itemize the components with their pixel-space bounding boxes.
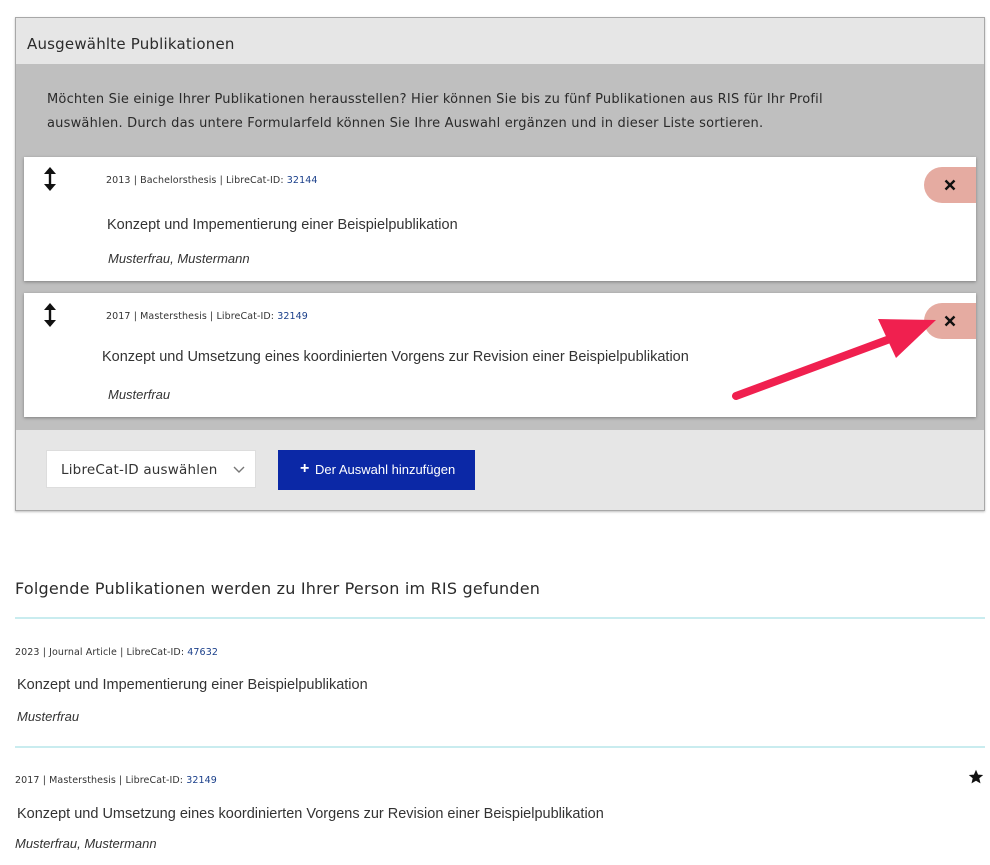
close-icon (944, 179, 956, 191)
selected-publication-card[interactable]: 2013 | Bachelorsthesis | LibreCat-ID: 32… (24, 157, 976, 281)
publication-title: Konzept und Impementierung einer Beispie… (107, 217, 458, 233)
annotation-arrow-icon (732, 319, 936, 400)
publication-authors: Musterfrau, Mustermann (15, 836, 157, 851)
drag-updown-icon[interactable] (42, 167, 58, 191)
publication-title: Konzept und Umsetzung eines koordinierte… (17, 806, 604, 822)
publication-title: Konzept und Umsetzung eines koordinierte… (102, 349, 689, 365)
star-icon[interactable] (968, 769, 984, 785)
select-label: LibreCat-ID auswählen (61, 462, 218, 478)
librecat-id-select[interactable]: LibreCat-ID auswählen (46, 450, 256, 488)
librecat-id-link[interactable]: 32149 (277, 311, 308, 322)
remove-button-1[interactable] (924, 167, 976, 203)
publication-authors: Musterfrau, Mustermann (108, 251, 250, 266)
librecat-id-link[interactable]: 32149 (186, 775, 217, 786)
publication-meta-text: 2023 | Journal Article | LibreCat-ID: (15, 647, 188, 658)
selected-publications-panel: Ausgewählte Publikationen Möchten Sie ei… (15, 17, 985, 511)
librecat-id-link[interactable]: 32144 (287, 175, 318, 186)
publication-title: Konzept und Impementierung einer Beispie… (17, 677, 368, 693)
publication-meta-text: 2017 | Mastersthesis | LibreCat-ID: (15, 775, 187, 786)
publication-meta-text: 2017 | Mastersthesis | LibreCat-ID: (106, 311, 278, 322)
plus-icon: + (300, 460, 310, 477)
drag-updown-icon[interactable] (42, 303, 58, 327)
panel-intro-text: Möchten Sie einige Ihrer Publikationen h… (47, 92, 823, 131)
panel-title: Ausgewählte Publikationen (27, 35, 235, 53)
panel-header: Ausgewählte Publikationen (16, 18, 984, 64)
publication-meta: 2017 | Mastersthesis | LibreCat-ID: 3214… (15, 775, 217, 786)
publication-meta: 2013 | Bachelorsthesis | LibreCat-ID: 32… (106, 175, 318, 186)
add-to-selection-button[interactable]: + Der Auswahl hinzufügen (278, 450, 475, 490)
divider (15, 617, 985, 619)
librecat-id-link[interactable]: 47632 (187, 647, 218, 658)
publication-authors: Musterfrau (17, 709, 80, 724)
chevron-down-icon (233, 466, 245, 473)
add-publication-controls: LibreCat-ID auswählen + Der Auswahl hinz… (16, 430, 984, 510)
add-button-label: Der Auswahl hinzufügen (315, 462, 456, 477)
publication-authors: Musterfrau (108, 387, 171, 402)
publication-meta-text: 2013 | Bachelorsthesis | LibreCat-ID: (106, 175, 287, 186)
divider (15, 746, 985, 748)
publication-meta: 2017 | Mastersthesis | LibreCat-ID: 3214… (106, 311, 308, 322)
found-publications-title: Folgende Publikationen werden zu Ihrer P… (15, 579, 541, 598)
publication-meta: 2023 | Journal Article | LibreCat-ID: 47… (15, 647, 218, 658)
